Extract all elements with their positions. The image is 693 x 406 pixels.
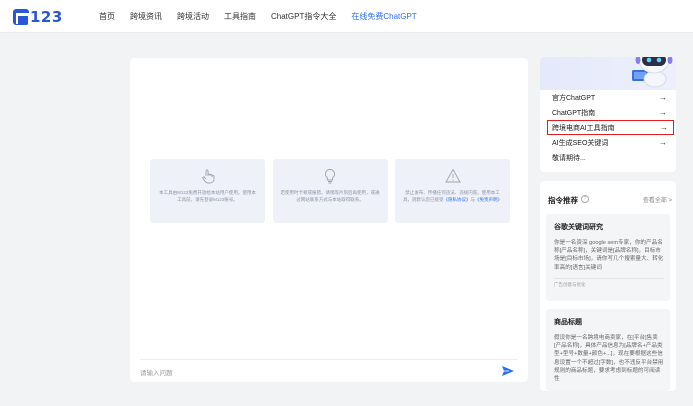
link-ecommerce-ai-tools-guide[interactable]: 跨境电商AI工具指南 → (547, 120, 674, 135)
nav-item-free-chatgpt[interactable]: 在线免费ChatGPT (351, 11, 416, 22)
notice-text-rules: 禁止发布、传播任何违法、违规内容。使用本工具，则默认您已接受《隐私协议》与《免责… (403, 190, 502, 202)
prompt-card-title: 商品标题 (554, 319, 582, 326)
prompt-card-keyword-research[interactable]: 谷歌关键词研究 你是一名资深 google sem专家，你的产品名称[产品名称]… (546, 214, 670, 301)
arrow-right-icon: → (659, 93, 667, 102)
privacy-link[interactable]: 《隐私协议》 (444, 197, 471, 202)
nav-item-home[interactable]: 首页 (99, 11, 115, 22)
lightbulb-icon (325, 169, 335, 184)
main-menu: 首页 跨境资讯 跨境活动 工具指南 ChatGPT指令大全 在线免费ChatGP… (99, 0, 432, 33)
notice-text-lag: 若使用时卡顿或报错，请稍等片刻后再使用，或通过网站联系方式与本站取得联系。 (280, 190, 380, 202)
notice-card-rules: 禁止发布、传播任何违法、违规内容。使用本工具，则默认您已接受《隐私协议》与《免责… (395, 159, 510, 223)
nav-item-chatgpt-prompts[interactable]: ChatGPT指令大全 (271, 11, 336, 22)
disclaimer-link[interactable]: 《免责声明》 (475, 197, 502, 202)
arrow-right-icon: → (660, 123, 668, 132)
logo-text: 123 (30, 7, 63, 26)
nav-item-tools[interactable]: 工具指南 (224, 11, 256, 22)
prompt-recommend-panel: 指令推荐? 查看全部 > 谷歌关键词研究 你是一名资深 google sem专家… (540, 181, 676, 391)
robot-banner (540, 57, 676, 90)
prompt-card-desc: 假设你是一名跨境电商卖家，在[平台]售卖[产品名称]，具体产品信息为[品牌名+产… (554, 335, 664, 383)
view-all-link[interactable]: 查看全部 > (643, 195, 672, 204)
link-ai-seo-keywords[interactable]: AI生成SEO关键词 → (546, 135, 672, 150)
send-icon[interactable] (502, 366, 514, 376)
quick-links-panel: 官方ChatGPT → ChatGPT指南 → 跨境电商AI工具指南 → AI生成SE… (540, 57, 676, 172)
prompt-card-title: 谷歌关键词研究 (554, 224, 603, 231)
tap-hand-icon (201, 169, 214, 184)
question-input-bar[interactable]: 请输入问题 (140, 359, 518, 381)
prompt-card-product-title[interactable]: 商品标题 假设你是一名跨境电商卖家，在[平台]售卖[产品名称]，具体产品信息为[… (546, 309, 670, 391)
robot-mascot-icon (632, 57, 673, 88)
site-logo[interactable]: 123 (13, 7, 63, 26)
notice-card-login: 本工具由M123免费开放给本站用户使用。使用本工具前，请先登录M123账号。 (150, 159, 265, 223)
link-chatgpt-guide[interactable]: ChatGPT指南 → (546, 105, 672, 120)
logo-m-icon (13, 8, 30, 25)
nav-item-events[interactable]: 跨境活动 (177, 11, 209, 22)
nav-item-news[interactable]: 跨境资讯 (130, 11, 162, 22)
link-coming-soon: 敬请期待... (552, 154, 586, 162)
link-official-chatgpt[interactable]: 官方ChatGPT → (546, 90, 672, 105)
notice-text-login: 本工具由M123免费开放给本站用户使用。使用本工具前，请先登录M123账号。 (159, 190, 256, 202)
chat-panel: 本工具由M123免费开放给本站用户使用。使用本工具前，请先登录M123账号。 若… (130, 58, 528, 382)
notice-cards: 本工具由M123免费开放给本站用户使用。使用本工具前，请先登录M123账号。 若… (150, 159, 510, 223)
warning-icon (444, 168, 461, 183)
prompt-card-desc: 你是一名资深 google sem专家，你的产品名称[产品名称]，关键词是[品牌… (554, 240, 664, 271)
prompt-panel-header: 指令推荐? 查看全部 > (548, 190, 672, 208)
top-nav: 123 首页 跨境资讯 跨境活动 工具指南 ChatGPT指令大全 在线免费Ch… (0, 0, 693, 33)
notice-card-lag: 若使用时卡顿或报错，请稍等片刻后再使用，或通过网站联系方式与本站取得联系。 (272, 159, 388, 223)
help-icon[interactable]: ? (581, 194, 589, 203)
prompt-card-tag: 广告创意与优化 (554, 277, 664, 288)
arrow-right-icon: → (659, 138, 667, 147)
arrow-right-icon: → (659, 108, 667, 117)
quick-links-list: 官方ChatGPT → ChatGPT指南 → 跨境电商AI工具指南 → AI生成SE… (540, 90, 676, 165)
prompt-panel-title: 指令推荐 (548, 196, 578, 205)
question-input[interactable]: 请输入问题 (140, 367, 173, 377)
